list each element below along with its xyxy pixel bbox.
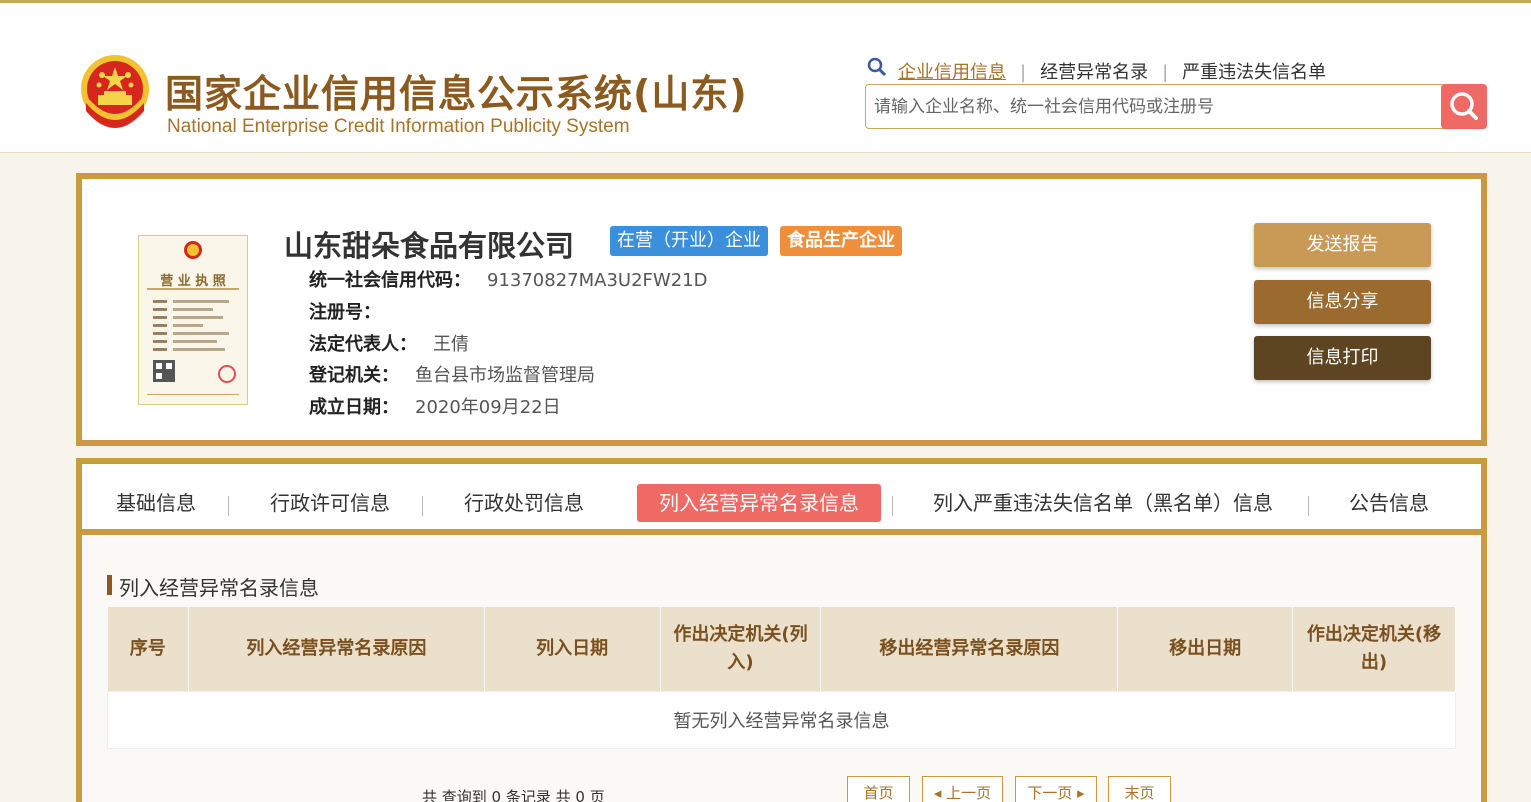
tab-separator [228, 496, 229, 516]
top-nav: 企业信用信息 | 经营异常名录 | 严重违法失信名单 [898, 58, 1326, 84]
license-icon [147, 241, 239, 395]
tab-admin-penalty[interactable]: 行政处罚信息 [464, 484, 584, 522]
search-box [865, 84, 1487, 129]
nav-separator: | [1162, 62, 1169, 83]
column-header: 列入经营异常名录原因 [188, 607, 485, 691]
tab-admin-license[interactable]: 行政许可信息 [270, 484, 390, 522]
site-title-cn: 国家企业信用信息公示系统(山东) [165, 72, 748, 116]
info-label: 注册号： [309, 302, 381, 323]
table-header-row: 序号 列入经营异常名录原因 列入日期 作出决定机关(列入) 移出经营异常名录原因… [107, 607, 1456, 691]
next-page-button[interactable]: 下一页 ▸ [1015, 776, 1097, 802]
chevron-left-icon: ◂ [933, 784, 947, 802]
nav-enterprise-credit[interactable]: 企业信用信息 [898, 58, 1006, 84]
info-value: 鱼台县市场监督管理局 [415, 365, 595, 386]
tab-basic-info[interactable]: 基础信息 [116, 484, 196, 522]
nav-abnormal-list[interactable]: 经营异常名录 [1040, 58, 1148, 84]
search-icon [1450, 92, 1478, 120]
tab-bar: 基础信息 行政许可信息 行政处罚信息 列入经营异常名录信息 列入严重违法失信名单… [82, 464, 1481, 535]
license-title: 营 业 执 照 [160, 274, 226, 289]
info-value: 2020年09月22日 [415, 397, 561, 418]
last-page-button[interactable]: 末页 [1108, 776, 1171, 802]
prev-page-button[interactable]: ◂ 上一页 [922, 776, 1003, 802]
pager-info: 共 查询到 0 条记录 共 0 页 [422, 788, 605, 802]
tab-blacklist[interactable]: 列入严重违法失信名单（黑名单）信息 [933, 484, 1273, 522]
share-info-button[interactable]: 信息分享 [1254, 280, 1431, 324]
abnormal-list-table: 序号 列入经营异常名录原因 列入日期 作出决定机关(列入) 移出经营异常名录原因… [107, 607, 1456, 749]
site-title-en: National Enterprise Credit Information P… [167, 116, 630, 137]
nav-blacklist[interactable]: 严重违法失信名单 [1182, 58, 1326, 84]
prev-page-label: 上一页 [946, 784, 992, 802]
tab-separator [422, 496, 423, 516]
column-header: 作出决定机关(列入) [660, 607, 822, 691]
tab-separator [892, 496, 893, 516]
search-icon [867, 57, 887, 77]
column-header: 移出经营异常名录原因 [820, 607, 1119, 691]
column-header: 移出日期 [1117, 607, 1294, 691]
column-header: 序号 [107, 607, 189, 691]
info-label: 法定代表人： [309, 334, 417, 355]
tab-abnormal-list[interactable]: 列入经营异常名录信息 [637, 484, 881, 522]
column-header: 作出决定机关(移出) [1292, 607, 1456, 691]
chevron-right-icon: ▸ [1072, 784, 1085, 802]
send-report-button[interactable]: 发送报告 [1254, 223, 1431, 267]
status-badge: 在营（开业）企业 [610, 226, 768, 256]
first-page-button[interactable]: 首页 [847, 776, 910, 802]
section-title: 列入经营异常名录信息 [107, 572, 319, 601]
info-row-established: 成立日期： 2020年09月22日 [309, 393, 561, 419]
info-label: 成立日期： [309, 397, 399, 418]
table-row: 暂无列入经营异常名录信息 [107, 690, 1456, 749]
detail-panel: 基础信息 行政许可信息 行政处罚信息 列入经营异常名录信息 列入严重违法失信名单… [76, 458, 1487, 802]
search-input[interactable] [874, 93, 1434, 121]
info-row-authority: 登记机关： 鱼台县市场监督管理局 [309, 361, 595, 387]
national-emblem-icon [81, 55, 149, 128]
company-card: 营 业 执 照 山东甜朵食品有限公司 在营（开业）企业 食品生产企业 统一社会信… [76, 173, 1487, 446]
tab-separator [1308, 496, 1309, 516]
info-label: 登记机关： [309, 365, 399, 386]
business-license-image[interactable]: 营 业 执 照 [138, 235, 248, 405]
type-badge: 食品生产企业 [780, 226, 902, 256]
next-page-label: 下一页 [1027, 784, 1073, 802]
info-label: 统一社会信用代码： [309, 270, 471, 291]
info-row-reg-no: 注册号： [309, 298, 397, 324]
company-name: 山东甜朵食品有限公司 [284, 229, 575, 263]
nav-separator: | [1020, 62, 1027, 83]
info-row-legal-rep: 法定代表人： 王倩 [309, 330, 469, 356]
tab-announcements[interactable]: 公告信息 [1349, 484, 1429, 522]
empty-message: 暂无列入经营异常名录信息 [107, 690, 1456, 749]
column-header: 列入日期 [484, 607, 661, 691]
info-row-credit-code: 统一社会信用代码： 91370827MA3U2FW21D [309, 266, 707, 292]
info-value: 王倩 [433, 334, 469, 355]
info-value: 91370827MA3U2FW21D [487, 270, 708, 291]
print-info-button[interactable]: 信息打印 [1254, 336, 1431, 380]
search-button[interactable] [1441, 84, 1487, 129]
site-header: 国家企业信用信息公示系统(山东) National Enterprise Cre… [0, 3, 1531, 153]
